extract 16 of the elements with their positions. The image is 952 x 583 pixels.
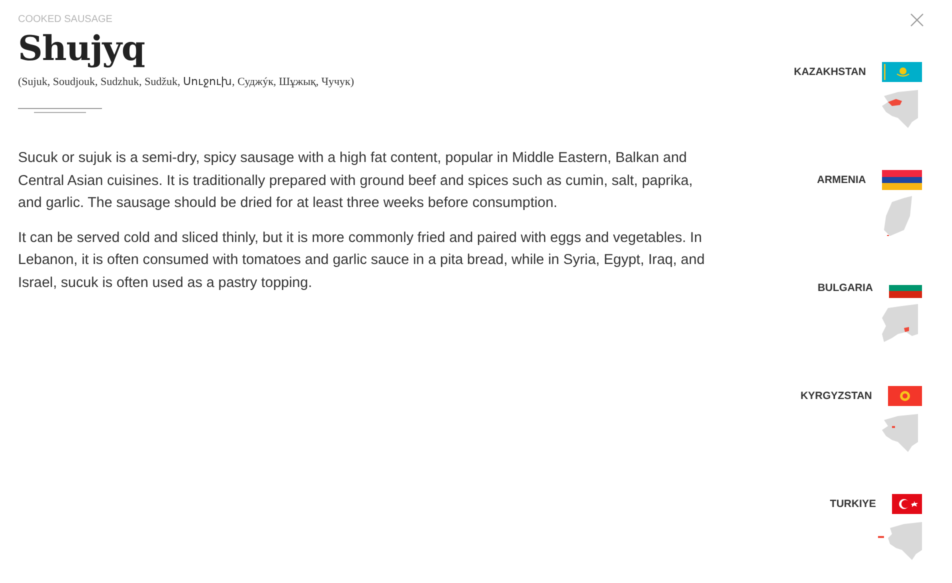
close-icon[interactable]	[910, 13, 924, 27]
country-name[interactable]: KAZAKHSTAN	[794, 66, 866, 78]
category-label: COOKED SAUSAGE	[18, 14, 114, 25]
flag-icon	[882, 170, 922, 190]
map-icon	[878, 520, 922, 560]
dish-title: Shujyq	[18, 29, 146, 69]
description-paragraph: Sucuk or sujuk is a semi-dry, spicy sausage with a high fat content, popular in Middle Eastern, Balkan and Central Asian cuisines. It is traditionally prepared with ground beef and spices such as cumin, salt, paprika, and garlic. The sausage should be dried for at least three weeks before consumption.	[18, 149, 694, 213]
alternate-names: (Sujuk, Soudjouk, Sudzhuk, Sudžuk, Սուջուխ, Суджýк, Шұжық, Чучук)	[18, 75, 356, 88]
country-name[interactable]: ARMENIA	[817, 174, 866, 186]
flag-icon	[882, 62, 922, 82]
description-paragraph: It can be served cold and sliced thinly, but it is more commonly fried and paired with eggs and vegetables. In Lebanon, it is often consumed with tomatoes and garlic sauce in a pita bread, while in Syria, Egypt, Iraq, and Israel, sucuk is often used as a pastry topping.	[18, 228, 706, 292]
country-name[interactable]: KYRGYZSTAN	[800, 390, 872, 402]
country-name[interactable]: TURKIYE	[830, 498, 876, 510]
country-name[interactable]: BULGARIA	[818, 282, 873, 294]
flag-icon	[888, 386, 922, 406]
flag-icon	[892, 494, 922, 514]
